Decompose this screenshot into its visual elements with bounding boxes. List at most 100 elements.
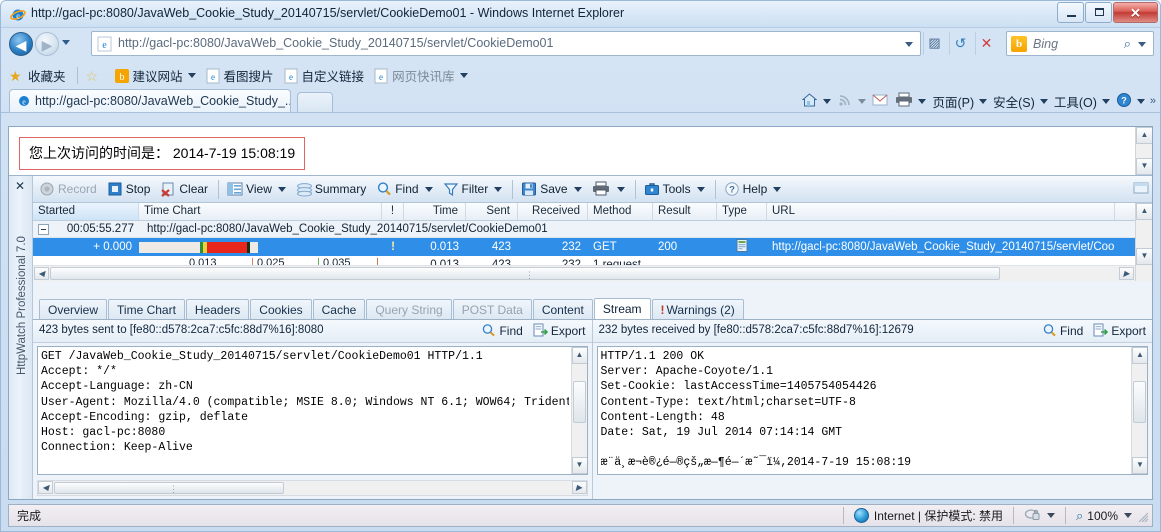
- chevron-down-icon[interactable]: [424, 186, 433, 192]
- chevron-down-icon[interactable]: [1039, 98, 1048, 104]
- column-header-type[interactable]: Type: [717, 203, 767, 220]
- collapse-group-icon[interactable]: [38, 223, 49, 235]
- tab-query-string[interactable]: Query String: [366, 299, 452, 319]
- home-button[interactable]: [801, 92, 832, 111]
- help-menu-button[interactable]: ?: [1116, 92, 1145, 111]
- find-button[interactable]: Find: [376, 181, 433, 197]
- print-button[interactable]: [592, 181, 625, 197]
- history-dropdown-icon[interactable]: [62, 40, 70, 45]
- chevron-down-icon[interactable]: [858, 98, 867, 104]
- chevron-down-icon[interactable]: [773, 186, 782, 192]
- save-button[interactable]: Save: [521, 181, 582, 197]
- tab-post-data[interactable]: POST Data: [452, 299, 532, 319]
- scroll-down-button[interactable]: ▼: [1136, 248, 1152, 265]
- column-header-time[interactable]: Time: [404, 203, 466, 220]
- search-icon[interactable]: ⌕: [1124, 36, 1131, 52]
- response-export-button[interactable]: Export: [1093, 323, 1146, 338]
- toolbar-overflow-icon[interactable]: [1133, 180, 1149, 198]
- column-header-url[interactable]: URL: [767, 203, 1115, 220]
- favorite-item-3[interactable]: e 网页快讯库: [373, 66, 468, 85]
- forward-button[interactable]: ▶: [35, 32, 59, 56]
- privacy-report-button[interactable]: [1014, 507, 1065, 525]
- resize-gripper-icon[interactable]: [1137, 511, 1149, 523]
- request-horizontal-scrollbar[interactable]: ◀ ⋮ ▶: [37, 480, 588, 496]
- column-header-sent[interactable]: Sent: [466, 203, 518, 220]
- favorite-item-0[interactable]: b 建议网站: [114, 66, 196, 85]
- chevron-down-icon[interactable]: [573, 186, 582, 192]
- summary-button[interactable]: Summary: [296, 181, 366, 197]
- chevron-down-icon[interactable]: [277, 186, 286, 192]
- browser-tab[interactable]: e http://gacl-pc:8080/JavaWeb_Cookie_Stu…: [9, 89, 291, 113]
- print-button[interactable]: [895, 92, 927, 110]
- column-header-received[interactable]: Received: [518, 203, 588, 220]
- column-header-time-chart[interactable]: Time Chart: [139, 203, 382, 220]
- maximize-button[interactable]: [1085, 2, 1112, 23]
- filter-button[interactable]: Filter: [443, 181, 503, 197]
- tools-menu-button[interactable]: 工具(O): [1054, 92, 1110, 111]
- chevron-down-icon[interactable]: [1136, 98, 1145, 104]
- grid-horizontal-scrollbar[interactable]: ◀ ⋮ ▶: [33, 265, 1152, 281]
- feeds-button[interactable]: [837, 92, 867, 111]
- scroll-down-button[interactable]: ▼: [1132, 457, 1148, 474]
- response-find-button[interactable]: Find: [1042, 323, 1083, 338]
- page-menu-button[interactable]: 页面(P): [932, 92, 988, 111]
- command-overflow-button[interactable]: »: [1150, 95, 1156, 107]
- minimize-button[interactable]: [1057, 2, 1084, 23]
- tab-overview[interactable]: Overview: [39, 299, 108, 319]
- help-button[interactable]: ? Help: [724, 181, 782, 197]
- scroll-right-button[interactable]: ▶: [1119, 267, 1134, 280]
- add-to-favorites-button[interactable]: ☆: [86, 68, 105, 84]
- record-button[interactable]: Record: [39, 181, 97, 197]
- search-dropdown-icon[interactable]: [1138, 42, 1146, 47]
- refresh-button[interactable]: ↺: [949, 32, 971, 55]
- scroll-left-button[interactable]: ◀: [34, 267, 49, 280]
- scroll-up-button[interactable]: ▲: [1132, 347, 1148, 364]
- url-dropdown-icon[interactable]: [905, 42, 913, 47]
- request-vertical-scrollbar[interactable]: ▲ ▼: [570, 347, 587, 474]
- favorite-item-2[interactable]: e 自定义链接: [283, 66, 364, 85]
- stop-button[interactable]: Stop: [107, 181, 150, 197]
- chevron-down-icon[interactable]: [979, 98, 988, 104]
- scroll-up-button[interactable]: ▲: [1136, 127, 1152, 144]
- favorite-item-1[interactable]: e 看图搜片: [205, 66, 274, 85]
- chevron-down-icon[interactable]: [823, 98, 832, 104]
- chevron-down-icon[interactable]: [616, 186, 625, 192]
- url-input[interactable]: e http://gacl-pc:8080/JavaWeb_Cookie_Stu…: [91, 31, 921, 56]
- mail-button[interactable]: [872, 93, 889, 110]
- column-header-result[interactable]: Result: [653, 203, 717, 220]
- tab-cookies[interactable]: Cookies: [250, 299, 312, 319]
- chevron-down-icon[interactable]: [1047, 513, 1056, 518]
- page-vertical-scrollbar[interactable]: ▲ ▼: [1135, 127, 1152, 175]
- scroll-down-button[interactable]: ▼: [1136, 158, 1152, 175]
- grid-entry-row[interactable]: + 0.000 ! 0.013 423 232 GET 200 http://g…: [33, 238, 1152, 256]
- request-body-box[interactable]: GET /JavaWeb_Cookie_Study_20140715/servl…: [37, 346, 588, 475]
- chevron-down-icon[interactable]: [1101, 98, 1110, 104]
- grid-group-row[interactable]: 00:05:55.277 http://gacl-pc:8080/JavaWeb…: [33, 221, 1152, 238]
- scroll-down-button[interactable]: ▼: [571, 457, 587, 474]
- grid-scroll-thumb[interactable]: ⋮: [50, 267, 1000, 280]
- column-header-warning[interactable]: !: [382, 203, 404, 220]
- close-button[interactable]: ✕: [1113, 2, 1158, 23]
- security-menu-button[interactable]: 安全(S): [993, 92, 1048, 111]
- view-button[interactable]: View: [227, 181, 286, 197]
- new-tab-button[interactable]: [297, 92, 333, 113]
- tab-time-chart[interactable]: Time Chart: [108, 299, 185, 319]
- response-vertical-scrollbar[interactable]: ▲ ▼: [1131, 347, 1148, 474]
- tab-cache[interactable]: Cache: [312, 299, 366, 319]
- chevron-down-icon[interactable]: [1124, 513, 1132, 518]
- stop-button[interactable]: ✕: [975, 32, 997, 55]
- column-header-started[interactable]: Started: [33, 203, 139, 220]
- response-scroll-thumb[interactable]: [1133, 381, 1146, 423]
- request-find-button[interactable]: Find: [481, 323, 523, 338]
- tab-content[interactable]: Content: [532, 299, 593, 319]
- chevron-down-icon[interactable]: [696, 186, 705, 192]
- security-zone[interactable]: Internet | 保护模式: 禁用: [844, 507, 1013, 524]
- compatibility-view-button[interactable]: ▨: [923, 32, 945, 55]
- tab-stream[interactable]: Stream: [593, 298, 651, 319]
- scroll-up-button[interactable]: ▲: [1136, 203, 1152, 220]
- chevron-down-icon[interactable]: [918, 98, 927, 104]
- grid-vertical-scrollbar[interactable]: ▲ ▼: [1135, 203, 1152, 281]
- scroll-right-button[interactable]: ▶: [571, 481, 587, 494]
- favorites-button[interactable]: ★ 收藏夹: [9, 66, 66, 85]
- scroll-up-button[interactable]: ▲: [571, 347, 587, 364]
